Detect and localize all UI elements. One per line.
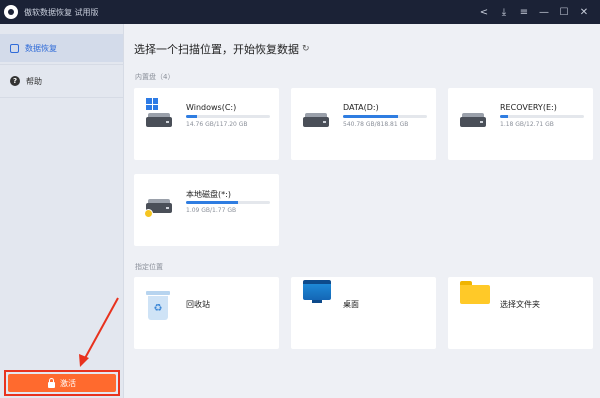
window-controls: < ⤓ ≡ — ☐ ✕: [474, 0, 594, 24]
maximize-icon[interactable]: ☐: [554, 0, 574, 24]
usage-bar: [343, 115, 427, 118]
location-name: 选择文件夹: [500, 300, 540, 309]
drive-card-c[interactable]: Windows(C:) 14.76 GB/117.20 GB: [134, 88, 279, 160]
location-name: 回收站: [186, 300, 210, 309]
drive-size: 14.76 GB/117.20 GB: [186, 121, 248, 128]
location-name: 桌面: [343, 300, 359, 309]
sidebar: 数据恢复 ? 帮助 激活: [0, 24, 124, 398]
drive-card-local[interactable]: 本地磁盘(*:) 1.09 GB/1.77 GB: [134, 174, 279, 246]
folder-icon: [460, 281, 490, 304]
hard-drive-icon: [460, 113, 486, 127]
drive-size: 540.78 GB/818.81 GB: [343, 121, 409, 128]
usage-fill: [343, 115, 399, 118]
usage-fill: [186, 115, 197, 118]
sidebar-item-label: 数据恢复: [25, 43, 57, 53]
location-card-folder[interactable]: 选择文件夹: [448, 277, 593, 349]
internal-drives-label: 内置盘（4）: [135, 73, 175, 81]
sidebar-divider: [0, 64, 123, 65]
page-title-text: 选择一个扫描位置，开始恢复数据: [134, 43, 299, 56]
activate-label: 激活: [60, 378, 76, 388]
app-logo-icon: [4, 5, 18, 19]
usage-bar: [186, 115, 270, 118]
sidebar-divider: [0, 97, 123, 98]
drive-name: 本地磁盘(*:): [186, 190, 231, 199]
system-drive-icon: [146, 113, 172, 127]
activate-highlight: 激活: [4, 370, 120, 396]
sidebar-item-help[interactable]: ? 帮助: [0, 67, 123, 95]
drive-name: RECOVERY(E:): [500, 103, 557, 112]
usb-badge-icon: [144, 209, 153, 218]
drive-card-e[interactable]: RECOVERY(E:) 1.18 GB/12.71 GB: [448, 88, 593, 160]
sidebar-item-label: 帮助: [26, 76, 42, 86]
desktop-icon: [303, 280, 331, 304]
refresh-icon[interactable]: ↻: [302, 44, 310, 54]
main-panel: 选择一个扫描位置，开始恢复数据 ↻ 内置盘（4） Windows(C:) 14.…: [125, 24, 600, 398]
location-card-recycle-bin[interactable]: ♻ 回收站: [134, 277, 279, 349]
lock-icon: [48, 377, 55, 388]
windows-logo-icon: [146, 98, 158, 110]
close-icon[interactable]: ✕: [574, 0, 594, 24]
usage-fill: [500, 115, 508, 118]
help-icon: ?: [10, 76, 20, 86]
locations-label: 指定位置: [135, 263, 163, 271]
app-title: 傲软数据恢复 试用版: [24, 7, 99, 17]
menu-icon[interactable]: ≡: [514, 0, 534, 24]
usage-fill: [186, 201, 238, 204]
sidebar-item-data-recovery[interactable]: 数据恢复: [0, 34, 123, 62]
save-icon[interactable]: ⤓: [494, 0, 514, 24]
usage-bar: [500, 115, 584, 118]
hard-drive-icon: [303, 113, 329, 127]
title-bar: 傲软数据恢复 试用版 < ⤓ ≡ — ☐ ✕: [0, 0, 600, 24]
activate-button[interactable]: 激活: [8, 374, 116, 392]
share-icon[interactable]: <: [474, 0, 494, 24]
drive-name: DATA(D:): [343, 103, 379, 112]
drive-size: 1.09 GB/1.77 GB: [186, 207, 237, 214]
drive-card-d[interactable]: DATA(D:) 540.78 GB/818.81 GB: [291, 88, 436, 160]
drive-size: 1.18 GB/12.71 GB: [500, 121, 554, 128]
drive-name: Windows(C:): [186, 103, 237, 112]
location-card-desktop[interactable]: 桌面: [291, 277, 436, 349]
recycle-bin-icon: ♻: [146, 291, 170, 321]
page-title: 选择一个扫描位置，开始恢复数据 ↻: [134, 41, 310, 57]
recover-icon: [10, 43, 19, 53]
usage-bar: [186, 201, 270, 204]
minimize-icon[interactable]: —: [534, 0, 554, 24]
